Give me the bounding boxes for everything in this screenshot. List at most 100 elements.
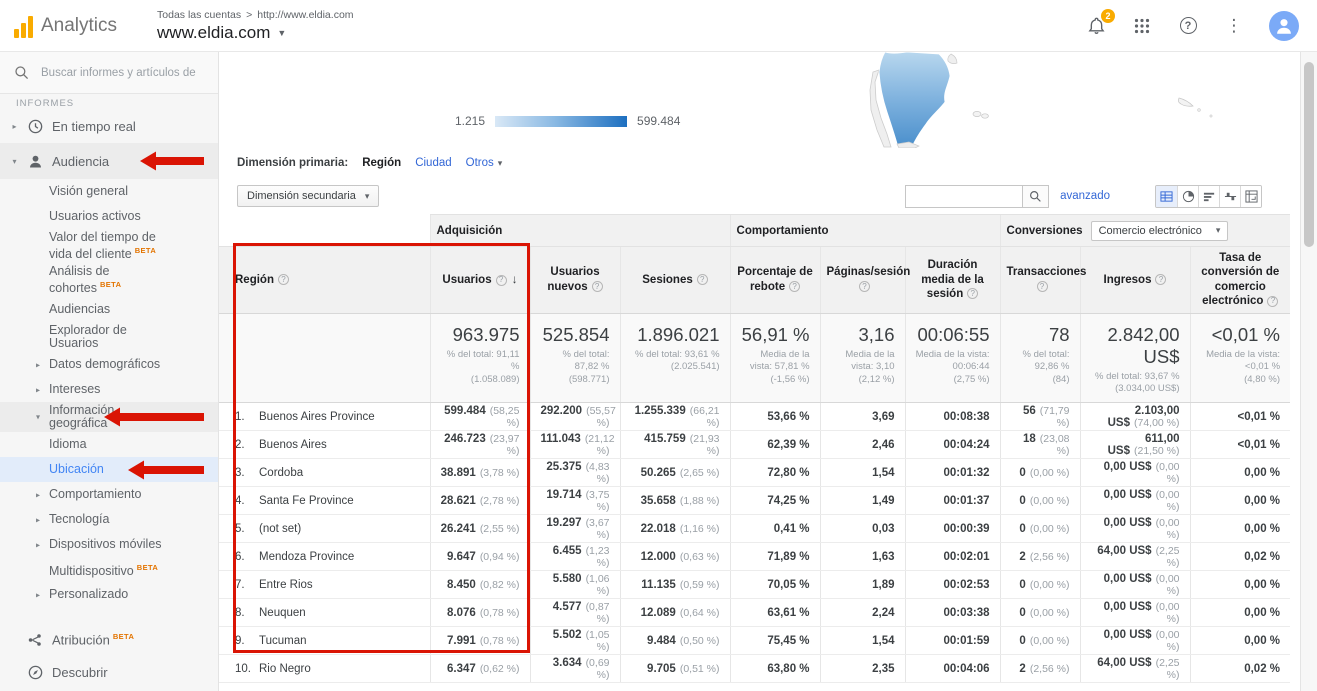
summary-subtext: % del total: 87,82 % <box>541 349 610 375</box>
sidebar-item-descubrir[interactable]: Descubrir <box>0 656 218 689</box>
help-icon[interactable]: ? <box>496 275 507 286</box>
column-header-usuarios[interactable]: Usuarios?↓ <box>430 247 530 314</box>
sidebar-item-idioma[interactable]: Idioma <box>0 432 218 457</box>
table-row[interactable]: 6.Mendoza Province 9.647(0,94 %) 6.455(1… <box>219 543 1290 571</box>
column-header-transacciones[interactable]: Transacciones? <box>1000 247 1080 314</box>
column-header-duracion-media[interactable]: Duración media de la sesión? <box>905 247 1000 314</box>
help-icon[interactable]: ? <box>967 288 978 299</box>
help-icon[interactable]: ? <box>1267 296 1278 307</box>
column-header-tasa-conversion[interactable]: Tasa de conversión de comercio electróni… <box>1190 247 1290 314</box>
table-search-button[interactable] <box>1023 185 1049 208</box>
performance-view-button[interactable] <box>1198 186 1219 207</box>
breadcrumb-property[interactable]: http://www.eldia.com <box>257 9 353 21</box>
sidebar-search[interactable]: Buscar informes y artículos de <box>0 52 218 94</box>
sidebar: Buscar informes y artículos de INFORMES … <box>0 52 219 691</box>
sidebar-item-audiencias[interactable]: Audiencias <box>0 297 218 322</box>
column-header-region[interactable]: Región? <box>219 247 430 314</box>
sidebar-item-intereses[interactable]: ▸Intereses <box>0 377 218 402</box>
row-region-name: Buenos Aires <box>259 439 327 451</box>
cell-value: 8.076 <box>447 607 476 619</box>
summary-subtext: (598.771) <box>541 374 610 387</box>
summary-value: <0,01 % <box>1201 324 1281 346</box>
conversion-type-select[interactable]: Comercio electrónico ▾ <box>1091 221 1229 241</box>
table-row[interactable]: 1.Buenos Aires Province 599.484(58,25 %)… <box>219 403 1290 431</box>
region-cell: 4.Santa Fe Province <box>219 487 430 515</box>
sidebar-item-usuarios-activos[interactable]: Usuarios activos <box>0 204 218 229</box>
help-icon[interactable]: ? <box>1037 281 1048 292</box>
sidebar-item-valor-tiempo-vida[interactable]: Valor del tiempo de vida del clienteBETA <box>0 229 218 263</box>
table-row[interactable]: 3.Cordoba 38.891(3,78 %) 25.375(4,83 %) … <box>219 459 1290 487</box>
revenue-cell: 0,00 US$(0,00 %) <box>1080 571 1190 599</box>
pages-per-session-cell: 3,69 <box>820 403 905 431</box>
summary-value: 3,16 <box>831 324 895 346</box>
geo-map[interactable]: 1.215 599.484 <box>219 52 1300 148</box>
sidebar-item-comportamiento[interactable]: ▸Comportamiento <box>0 482 218 507</box>
account-switcher[interactable]: Todas las cuentas > http://www.eldia.com… <box>157 9 354 43</box>
scrollbar-thumb[interactable] <box>1304 62 1314 247</box>
sidebar-item-informacion-geografica[interactable]: ▾ Información geográfica <box>0 402 218 432</box>
table-row[interactable]: 4.Santa Fe Province 28.621(2,78 %) 19.71… <box>219 487 1290 515</box>
sidebar-item-en-tiempo-real[interactable]: ▸ En tiempo real <box>0 110 218 143</box>
sidebar-item-datos-demograficos[interactable]: ▸Datos demográficos <box>0 352 218 377</box>
column-header-ingresos[interactable]: Ingresos? <box>1080 247 1190 314</box>
table-view-button[interactable] <box>1156 186 1177 207</box>
sidebar-item-personalizado[interactable]: ▸Personalizado <box>0 582 218 607</box>
help-icon[interactable]: ? <box>789 281 800 292</box>
table-row[interactable]: 2.Buenos Aires 246.723(23,97 %) 111.043(… <box>219 431 1290 459</box>
percentage-view-button[interactable] <box>1177 186 1198 207</box>
search-input[interactable]: Buscar informes y artículos de <box>41 67 196 79</box>
secondary-dimension-button[interactable]: Dimensión secundaria ▾ <box>237 185 379 207</box>
pivot-view-button[interactable] <box>1240 186 1261 207</box>
cell-percent: (23,08 %) <box>1040 433 1070 457</box>
sidebar-item-audiencia[interactable]: ▾ Audiencia <box>0 143 218 179</box>
cell-value: 70,05 % <box>767 579 809 591</box>
sidebar-item-multidispositivo[interactable]: MultidispositivoBETA <box>0 557 218 582</box>
help-icon[interactable]: ? <box>278 274 289 285</box>
column-header-paginas-sesion[interactable]: Páginas/sesión? <box>820 247 905 314</box>
vertical-scrollbar[interactable] <box>1300 52 1317 691</box>
table-row[interactable]: 7.Entre Rios 8.450(0,82 %) 5.580(1,06 %)… <box>219 571 1290 599</box>
dimension-option-otros[interactable]: Otros ▾ <box>466 157 503 169</box>
dimension-option-ciudad[interactable]: Ciudad <box>415 157 451 169</box>
column-header-usuarios-nuevos[interactable]: Usuarios nuevos? <box>530 247 620 314</box>
sidebar-item-dispositivos-moviles[interactable]: ▸Dispositivos móviles <box>0 532 218 557</box>
dimension-option-region[interactable]: Región <box>362 157 401 169</box>
cell-percent: (2,56 %) <box>1030 551 1070 563</box>
help-icon[interactable]: ? <box>859 281 870 292</box>
table-row[interactable]: 8.Neuquen 8.076(0,78 %) 4.577(0,87 %) 12… <box>219 599 1290 627</box>
table-row[interactable]: 9.Tucuman 7.991(0,78 %) 5.502(1,05 %) 9.… <box>219 627 1290 655</box>
sidebar-item-vision-general[interactable]: Visión general <box>0 179 218 204</box>
help-icon[interactable]: ? <box>592 281 603 292</box>
conversion-rate-cell: 0,00 % <box>1190 627 1290 655</box>
table-row[interactable]: 10.Rio Negro 6.347(0,62 %) 3.634(0,69 %)… <box>219 655 1290 683</box>
comparison-view-button[interactable] <box>1219 186 1240 207</box>
breadcrumb-root[interactable]: Todas las cuentas <box>157 9 241 21</box>
cell-value: 2,24 <box>872 607 894 619</box>
sidebar-item-tecnologia[interactable]: ▸Tecnología <box>0 507 218 532</box>
summary-cell: <0,01 % Media de la vista: <0,01 % (4,80… <box>1190 313 1290 403</box>
advanced-filter-link[interactable]: avanzado <box>1060 190 1110 202</box>
column-header-porcentaje-rebote[interactable]: Porcentaje de rebote? <box>730 247 820 314</box>
sidebar-item-analisis-cohortes[interactable]: Análisis de cohortesBETA <box>0 263 218 297</box>
table-search-input[interactable] <box>905 185 1023 208</box>
analytics-logo-icon[interactable] <box>14 14 33 38</box>
sidebar-item-ubicacion[interactable]: Ubicación <box>0 457 218 482</box>
help-icon[interactable]: ? <box>697 274 708 285</box>
more-options-button[interactable]: ⋮ <box>1223 15 1245 37</box>
table-row[interactable]: 5.(not set) 26.241(2,55 %) 19.297(3,67 %… <box>219 515 1290 543</box>
sidebar-item-explorador-usuarios[interactable]: Explorador de Usuarios <box>0 322 218 352</box>
account-name[interactable]: www.eldia.com <box>157 23 270 43</box>
sessions-cell: 12.000(0,63 %) <box>620 543 730 571</box>
avatar[interactable] <box>1269 11 1299 41</box>
help-button[interactable]: ? <box>1177 15 1199 37</box>
summary-subtext: % del total: 93,61 % <box>631 349 720 362</box>
help-icon[interactable]: ? <box>1155 274 1166 285</box>
notifications-button[interactable]: 2 <box>1085 15 1107 37</box>
summary-value: 1.896.021 <box>631 324 720 346</box>
column-header-sesiones[interactable]: Sesiones? <box>620 247 730 314</box>
cell-percent: (2,55 %) <box>480 523 520 535</box>
sidebar-item-atribucion[interactable]: AtribuciónBETA <box>0 623 218 656</box>
apps-grid-button[interactable] <box>1131 15 1153 37</box>
cell-percent: (0,00 %) <box>1030 607 1070 619</box>
sort-desc-icon[interactable]: ↓ <box>512 272 518 286</box>
